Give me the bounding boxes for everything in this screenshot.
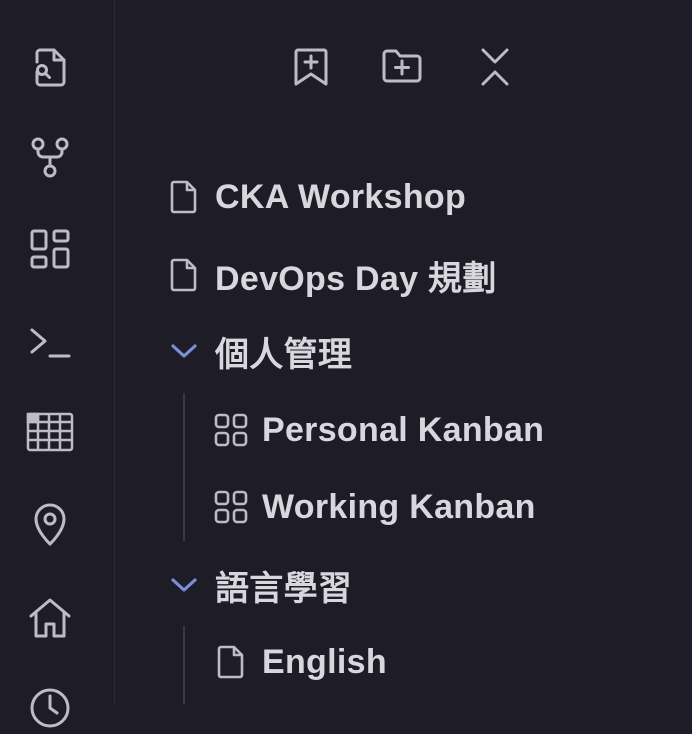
tree-item-file[interactable]: English (212, 634, 387, 690)
file-icon (165, 178, 203, 216)
tree-item-label: English (262, 642, 387, 681)
tree-item-file[interactable]: CKA Workshop (165, 169, 466, 225)
folder-label: 個人管理 (215, 335, 353, 374)
tree-folder-language-learning[interactable]: 語言學習 (165, 557, 352, 613)
tree-item-kanban[interactable]: Working Kanban (212, 479, 536, 535)
tree-item-label: DevOps Day 規劃 (215, 259, 497, 298)
file-icon (165, 256, 203, 294)
home-icon[interactable] (24, 592, 76, 644)
search-file-icon[interactable] (24, 40, 76, 92)
tree-item-label: Working Kanban (262, 487, 536, 526)
chevron-down-icon[interactable] (165, 332, 203, 370)
new-folder-icon (380, 44, 424, 88)
indent-guide (183, 393, 185, 541)
folder-label: 語言學習 (215, 569, 353, 608)
file-explorer-panel: CKA Workshop DevOps Day 規劃 個人管理 Personal… (115, 0, 692, 704)
tree-item-kanban[interactable]: Personal Kanban (212, 402, 544, 458)
new-note-icon (289, 44, 333, 88)
kanban-icon (212, 411, 250, 449)
left-ribbon (0, 0, 115, 728)
collapse-all-icon (473, 44, 517, 88)
new-folder-button[interactable] (378, 42, 426, 90)
table-icon[interactable] (24, 406, 76, 458)
chevron-down-icon[interactable] (165, 566, 203, 604)
git-graph-icon[interactable] (24, 131, 76, 183)
tree-item-label: Personal Kanban (262, 410, 545, 449)
collapse-all-button[interactable] (471, 42, 519, 90)
file-icon (212, 643, 250, 681)
new-note-button[interactable] (287, 42, 335, 90)
tree-item-file[interactable]: DevOps Day 規劃 (165, 247, 497, 303)
kanban-icon (212, 488, 250, 526)
terminal-icon[interactable] (24, 316, 76, 368)
tree-item-label: CKA Workshop (215, 177, 467, 216)
clock-icon[interactable] (24, 682, 76, 734)
indent-guide (183, 626, 185, 704)
tree-folder-personal-management[interactable]: 個人管理 (165, 323, 352, 379)
map-pin-icon[interactable] (24, 498, 76, 550)
dashboard-grid-icon[interactable] (24, 223, 76, 275)
